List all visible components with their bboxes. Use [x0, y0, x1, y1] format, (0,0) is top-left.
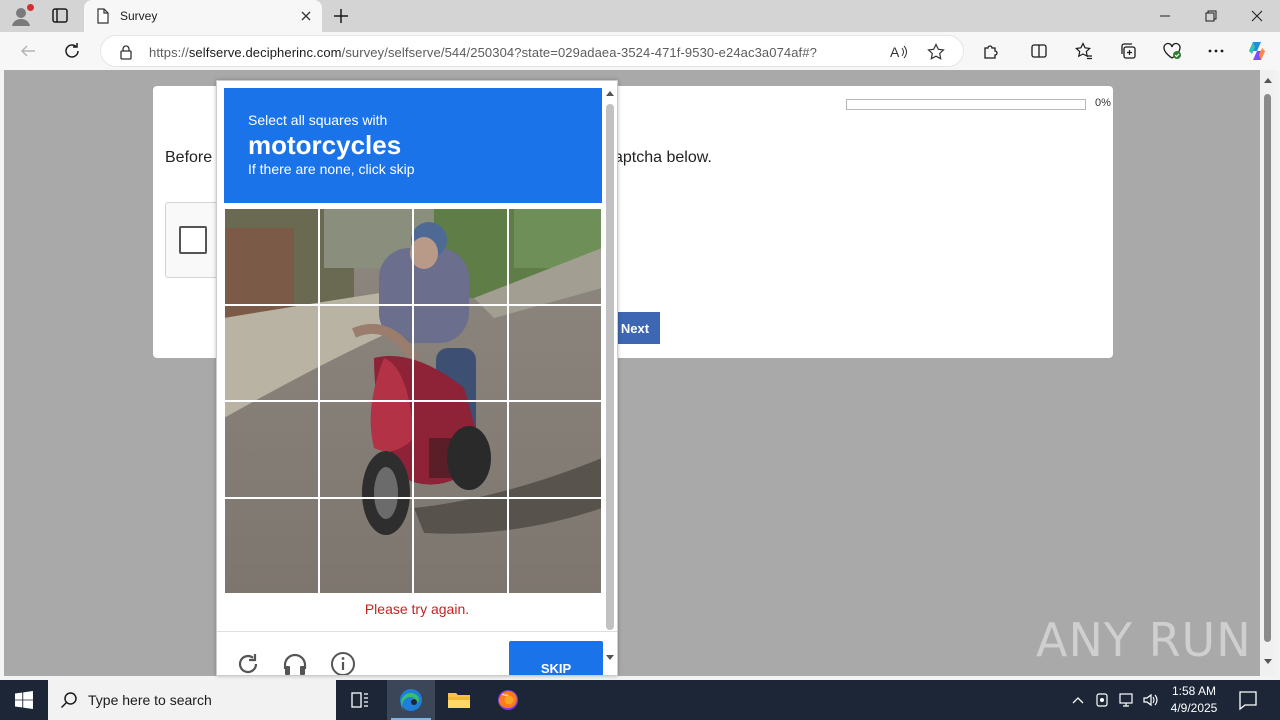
windows-start-icon[interactable] — [0, 680, 48, 720]
more-icon[interactable] — [1204, 39, 1228, 63]
clock-date: 4/9/2025 — [1170, 701, 1218, 715]
progress-bar — [846, 99, 1086, 110]
lock-icon[interactable] — [119, 44, 133, 65]
question-text-end: aptcha below. — [614, 149, 712, 166]
challenge-header: Select all squares with motorcycles If t… — [224, 88, 602, 203]
captcha-tile-16[interactable] — [506, 496, 603, 595]
info-icon[interactable] — [330, 651, 356, 675]
restore-icon[interactable] — [1188, 0, 1234, 32]
new-tab-icon[interactable] — [330, 5, 352, 27]
tab-title: Survey — [120, 9, 158, 23]
captcha-tile-3[interactable] — [412, 207, 509, 306]
profile-icon[interactable] — [10, 4, 34, 27]
skip-button[interactable]: SKIP — [509, 641, 603, 675]
challenge-error-message: Please try again. — [364, 601, 470, 617]
system-clock[interactable]: 1:58 AM 4/9/2025 — [1160, 683, 1228, 717]
captcha-tile-2[interactable] — [317, 207, 414, 306]
url-text[interactable]: https://selfserve.decipherinc.com/survey… — [149, 45, 817, 60]
read-aloud-icon[interactable]: A — [889, 43, 909, 66]
back-icon[interactable] — [16, 39, 40, 63]
page-viewport: 0% Before aptcha below. Next — [4, 70, 1260, 676]
close-icon[interactable] — [298, 8, 314, 24]
captcha-tile-8[interactable] — [506, 303, 603, 402]
taskbar-search-box[interactable]: Type here to search — [48, 680, 336, 720]
challenge-hint: If there are none, click skip — [248, 161, 415, 177]
device-icon[interactable] — [1092, 690, 1112, 710]
challenge-image-grid — [223, 207, 603, 595]
collections-icon[interactable] — [1116, 39, 1140, 63]
captcha-tile-10[interactable] — [317, 400, 414, 499]
captcha-tile-6[interactable] — [317, 303, 414, 402]
network-icon[interactable] — [1116, 690, 1136, 710]
svg-text:A: A — [890, 44, 900, 60]
popup-scrollbar[interactable] — [604, 86, 616, 670]
file-explorer-icon[interactable] — [435, 680, 483, 720]
recaptcha-checkbox[interactable] — [179, 226, 207, 254]
search-icon — [60, 691, 78, 714]
divider — [217, 631, 617, 632]
favorites-icon[interactable] — [1072, 39, 1096, 63]
favorite-icon[interactable] — [927, 43, 945, 66]
search-placeholder: Type here to search — [88, 692, 212, 708]
progress-label: 0% — [1095, 97, 1111, 109]
clock-time: 1:58 AM — [1171, 684, 1217, 698]
address-bar[interactable]: https://selfserve.decipherinc.com/survey… — [100, 35, 964, 67]
captcha-tile-14[interactable] — [317, 496, 414, 595]
extensions-icon[interactable] — [979, 39, 1003, 63]
copilot-icon[interactable] — [1245, 39, 1269, 63]
captcha-challenge-popup: Select all squares with motorcycles If t… — [216, 80, 618, 676]
split-screen-icon[interactable] — [1027, 39, 1051, 63]
active-tab[interactable]: Survey — [84, 0, 322, 32]
task-view-icon[interactable] — [336, 680, 384, 720]
captcha-tile-7[interactable] — [412, 303, 509, 402]
captcha-tile-13[interactable] — [223, 496, 320, 595]
document-icon — [96, 8, 110, 29]
challenge-target: motorcycles — [248, 130, 402, 160]
browser-essentials-icon[interactable] — [1160, 39, 1184, 63]
tab-strip: Survey — [0, 0, 1280, 32]
tab-actions-icon[interactable] — [48, 5, 72, 27]
reload-challenge-icon[interactable] — [235, 651, 261, 675]
captcha-tile-9[interactable] — [223, 400, 320, 499]
question-text-start: Before — [165, 149, 213, 166]
show-hidden-icons-icon[interactable] — [1068, 690, 1088, 710]
captcha-tile-11[interactable] — [412, 400, 509, 499]
browser-toolbar: https://selfserve.decipherinc.com/survey… — [0, 32, 1280, 70]
page-scrollbar[interactable] — [1260, 70, 1276, 676]
edge-icon[interactable] — [387, 680, 435, 720]
taskbar: Type here to search 1:58 AM 4/9/2025 — [0, 680, 1280, 720]
audio-challenge-icon[interactable] — [282, 651, 308, 675]
refresh-icon[interactable] — [60, 39, 84, 63]
firefox-icon[interactable] — [484, 680, 532, 720]
captcha-tile-4[interactable] — [506, 207, 603, 306]
captcha-tile-12[interactable] — [506, 400, 603, 499]
captcha-tile-15[interactable] — [412, 496, 509, 595]
volume-icon[interactable] — [1140, 690, 1160, 710]
notification-icon[interactable] — [1236, 688, 1260, 712]
anyrun-watermark: ANY RUN — [1036, 613, 1252, 667]
close-window-icon[interactable] — [1234, 0, 1280, 32]
challenge-instruction: Select all squares with — [248, 112, 388, 128]
minimize-icon[interactable] — [1142, 0, 1188, 32]
captcha-tile-1[interactable] — [223, 207, 320, 306]
captcha-tile-5[interactable] — [223, 303, 320, 402]
